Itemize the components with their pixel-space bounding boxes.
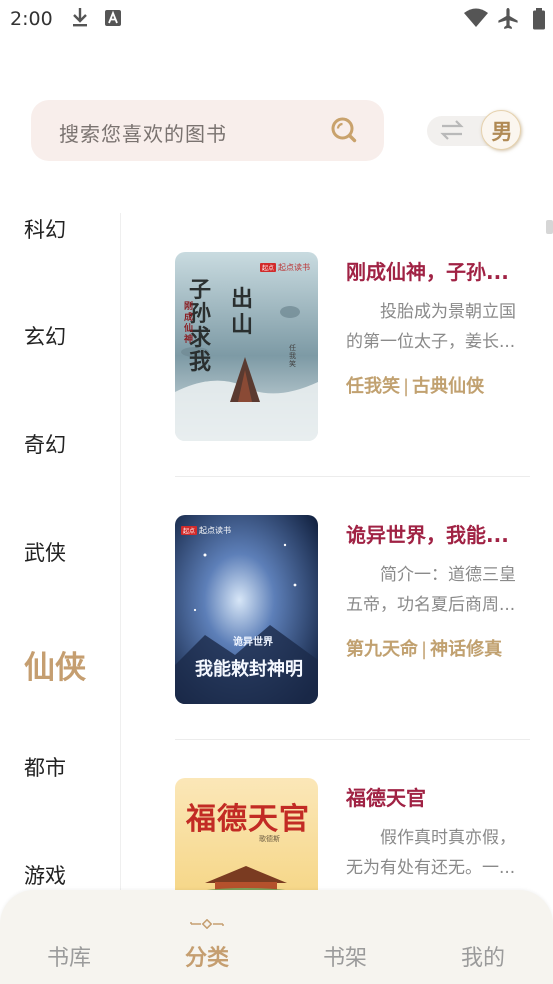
active-tab-ornament-icon (187, 914, 227, 933)
category-divider (120, 213, 121, 903)
book-description: 投胎成为景朝立国的第一位太子，姜长... (346, 302, 516, 352)
search-input[interactable]: 搜索您喜欢的图书 (31, 100, 384, 161)
bottom-nav: 书库 分类 书架 我的 (0, 890, 553, 984)
book-author: 任我笑 (346, 376, 400, 397)
download-icon (70, 6, 90, 32)
category-item-wuxia[interactable]: 武侠 (24, 537, 66, 567)
cover-publisher-label: 起点读书 (199, 526, 232, 535)
nav-tab-bookshelf[interactable]: 书架 (295, 940, 395, 972)
category-item-fantasy[interactable]: 奇幻 (24, 429, 66, 459)
category-item-urban[interactable]: 都市 (24, 752, 66, 782)
airplane-icon (496, 7, 520, 35)
cover-author-mark: 歌德斯 (259, 835, 280, 843)
book-meta: 第九天命 | 神话修真 (346, 635, 502, 661)
wifi-icon (463, 8, 489, 32)
book-cover[interactable]: 起点 起点读书 诡异世界 我能敕封神明 (175, 515, 318, 704)
cover-title-2: 出山 (231, 286, 254, 338)
book-author: 第九天命 (346, 639, 418, 660)
book-title[interactable]: 诡异世界，我能... (346, 519, 531, 548)
cover-title-2: 我能敕封神明 (195, 659, 303, 680)
book-divider (175, 476, 530, 477)
cover-title: 福德天官 (186, 802, 310, 837)
book-title[interactable]: 福德天官 (346, 782, 531, 811)
book-meta: 任我笑 | 古典仙侠 (346, 372, 484, 398)
gender-toggle[interactable]: 男 (427, 110, 521, 150)
cover-publisher-label: 起点读书 (278, 263, 310, 272)
battery-icon (532, 8, 546, 34)
category-item-xianxia[interactable]: 仙侠 (24, 642, 86, 687)
status-time: 2:00 (10, 8, 53, 30)
a-notification-icon (104, 9, 122, 31)
status-bar: 2:00 (0, 0, 553, 38)
book-item[interactable]: 起点 起点读书 诡异世界 我能敕封神明 诡异世界，我能... 简介一：道德三皇五帝… (175, 515, 535, 715)
cover-author-mark: 任我笑 (289, 344, 296, 368)
cover-publisher: 起点 起点读书 (259, 263, 310, 272)
meta-separator: | (421, 639, 428, 660)
book-description: 简介一：道德三皇五帝，功名夏后商周... (346, 565, 516, 615)
book-item[interactable]: 子孙求我 出山 刚成仙神 起点 起点读书 任我笑 刚成仙神，子孙... 投胎成为景… (175, 252, 535, 452)
gender-label: 男 (491, 119, 513, 144)
nav-tab-mine[interactable]: 我的 (433, 940, 533, 972)
cover-title: 诡异世界 (233, 637, 273, 648)
cover-subtitle: 刚成仙神 (184, 302, 194, 345)
scrollbar[interactable] (546, 220, 553, 234)
book-genre: 古典仙侠 (412, 376, 485, 397)
book-title[interactable]: 刚成仙神，子孙... (346, 256, 531, 285)
gender-knob[interactable]: 男 (481, 110, 521, 150)
nav-tab-category[interactable]: 分类 (157, 940, 257, 972)
search-placeholder: 搜索您喜欢的图书 (59, 122, 227, 146)
category-item-xuanhuan[interactable]: 玄幻 (24, 321, 66, 351)
book-description: 假作真时真亦假，无为有处有还无。一... (346, 828, 516, 878)
category-item-game[interactable]: 游戏 (24, 860, 66, 890)
category-list: 科幻 玄幻 奇幻 武侠 仙侠 都市 游戏 (0, 190, 120, 900)
book-divider (175, 739, 530, 740)
category-item-scifi[interactable]: 科幻 (24, 214, 66, 244)
meta-separator: | (403, 376, 410, 397)
book-cover[interactable]: 子孙求我 出山 刚成仙神 起点 起点读书 任我笑 (175, 252, 318, 441)
cover-publisher: 起点 起点读书 (181, 526, 232, 535)
nav-tab-library[interactable]: 书库 (19, 940, 119, 972)
search-icon[interactable] (330, 116, 358, 148)
book-genre: 神话修真 (430, 639, 503, 660)
swap-icon (439, 118, 465, 146)
